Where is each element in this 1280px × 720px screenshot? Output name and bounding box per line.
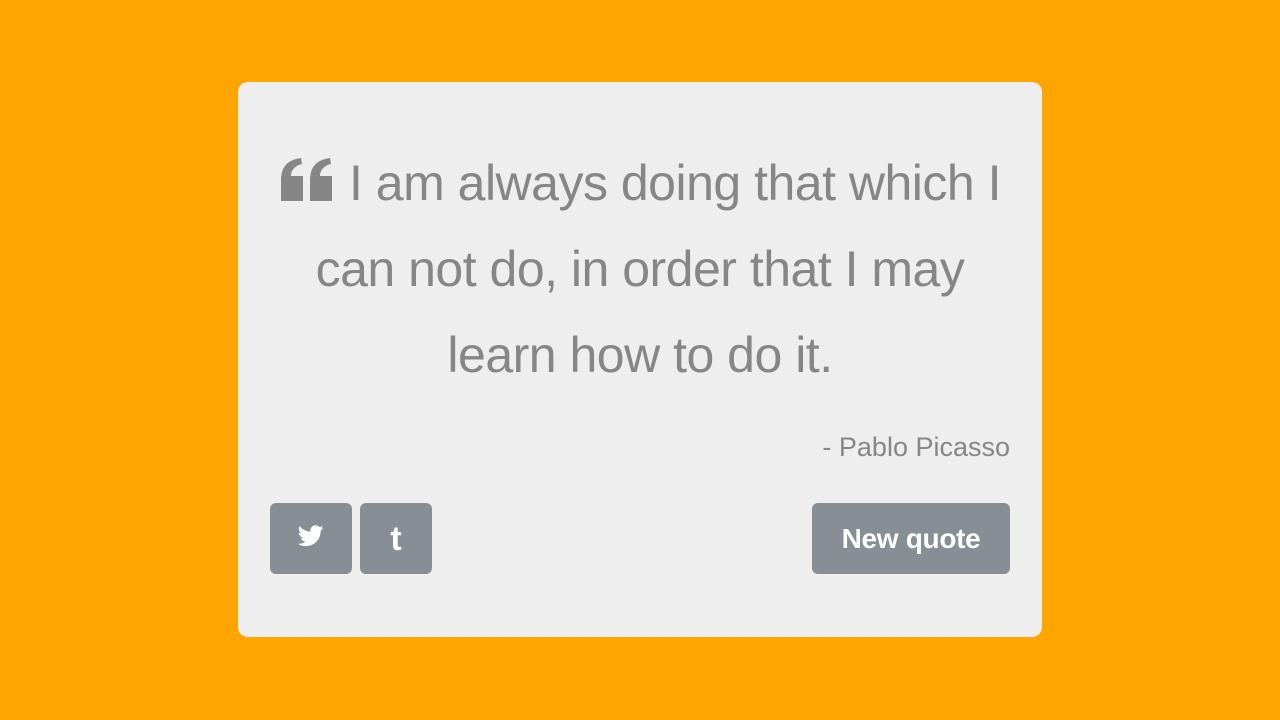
new-quote-button[interactable]: New quote [812, 503, 1010, 574]
quote-left-icon [279, 143, 335, 229]
tumblr-icon: t [390, 519, 402, 558]
quote-author: - Pablo Picasso [822, 432, 1010, 462]
quote-text: I am always doing that which I can not d… [315, 155, 1002, 383]
tumblr-quote-button[interactable]: t [360, 503, 432, 574]
quote-text-block: I am always doing that which I can not d… [278, 140, 1002, 398]
quote-box: I am always doing that which I can not d… [238, 82, 1042, 637]
twitter-icon [297, 525, 324, 552]
tweet-quote-button[interactable] [270, 503, 352, 574]
